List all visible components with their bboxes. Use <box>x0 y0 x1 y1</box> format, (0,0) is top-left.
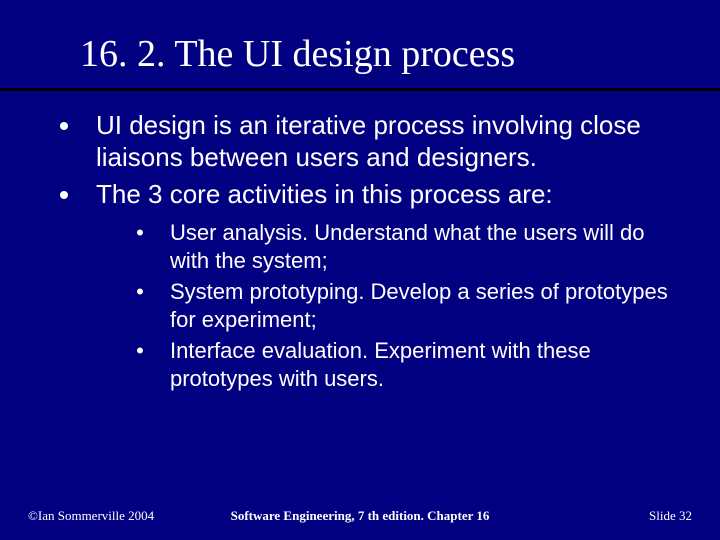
footer-left: ©Ian Sommerville 2004 <box>28 508 154 524</box>
title-underline <box>0 88 720 91</box>
sub-item: • System prototyping. Develop a series o… <box>130 278 680 333</box>
sub-text: Interface evaluation. Experiment with th… <box>170 337 680 392</box>
sub-item: • Interface evaluation. Experiment with … <box>130 337 680 392</box>
slide-footer: ©Ian Sommerville 2004 Software Engineeri… <box>28 508 692 524</box>
sub-bullet-icon: • <box>130 337 150 365</box>
footer-center: Software Engineering, 7 th edition. Chap… <box>231 508 490 524</box>
sub-bullet-icon: • <box>130 219 150 247</box>
slide-title: 16. 2. The UI design process <box>80 32 680 76</box>
bullet-item: UI design is an iterative process involv… <box>60 110 680 173</box>
sub-lead: Interface evaluation <box>170 338 362 363</box>
footer-right-number: 32 <box>679 508 692 523</box>
slide: 16. 2. The UI design process UI design i… <box>0 0 720 540</box>
slide-body: UI design is an iterative process involv… <box>60 110 680 396</box>
bullet-icon <box>60 122 68 130</box>
sub-text: User analysis. Understand what the users… <box>170 219 680 274</box>
sub-lead: System prototyping <box>170 279 358 304</box>
sub-text: System prototyping. Develop a series of … <box>170 278 680 333</box>
footer-right: Slide 32 <box>649 508 692 524</box>
bullet-text: The 3 core activities in this process ar… <box>96 179 553 211</box>
bullet-icon <box>60 191 68 199</box>
bullet-text: UI design is an iterative process involv… <box>96 110 680 173</box>
sub-bullet-icon: • <box>130 278 150 306</box>
sub-lead: User analysis <box>170 220 302 245</box>
footer-right-label: Slide <box>649 508 676 523</box>
bullet-item: The 3 core activities in this process ar… <box>60 179 680 211</box>
sub-item: • User analysis. Understand what the use… <box>130 219 680 274</box>
sub-list: • User analysis. Understand what the use… <box>130 219 680 392</box>
